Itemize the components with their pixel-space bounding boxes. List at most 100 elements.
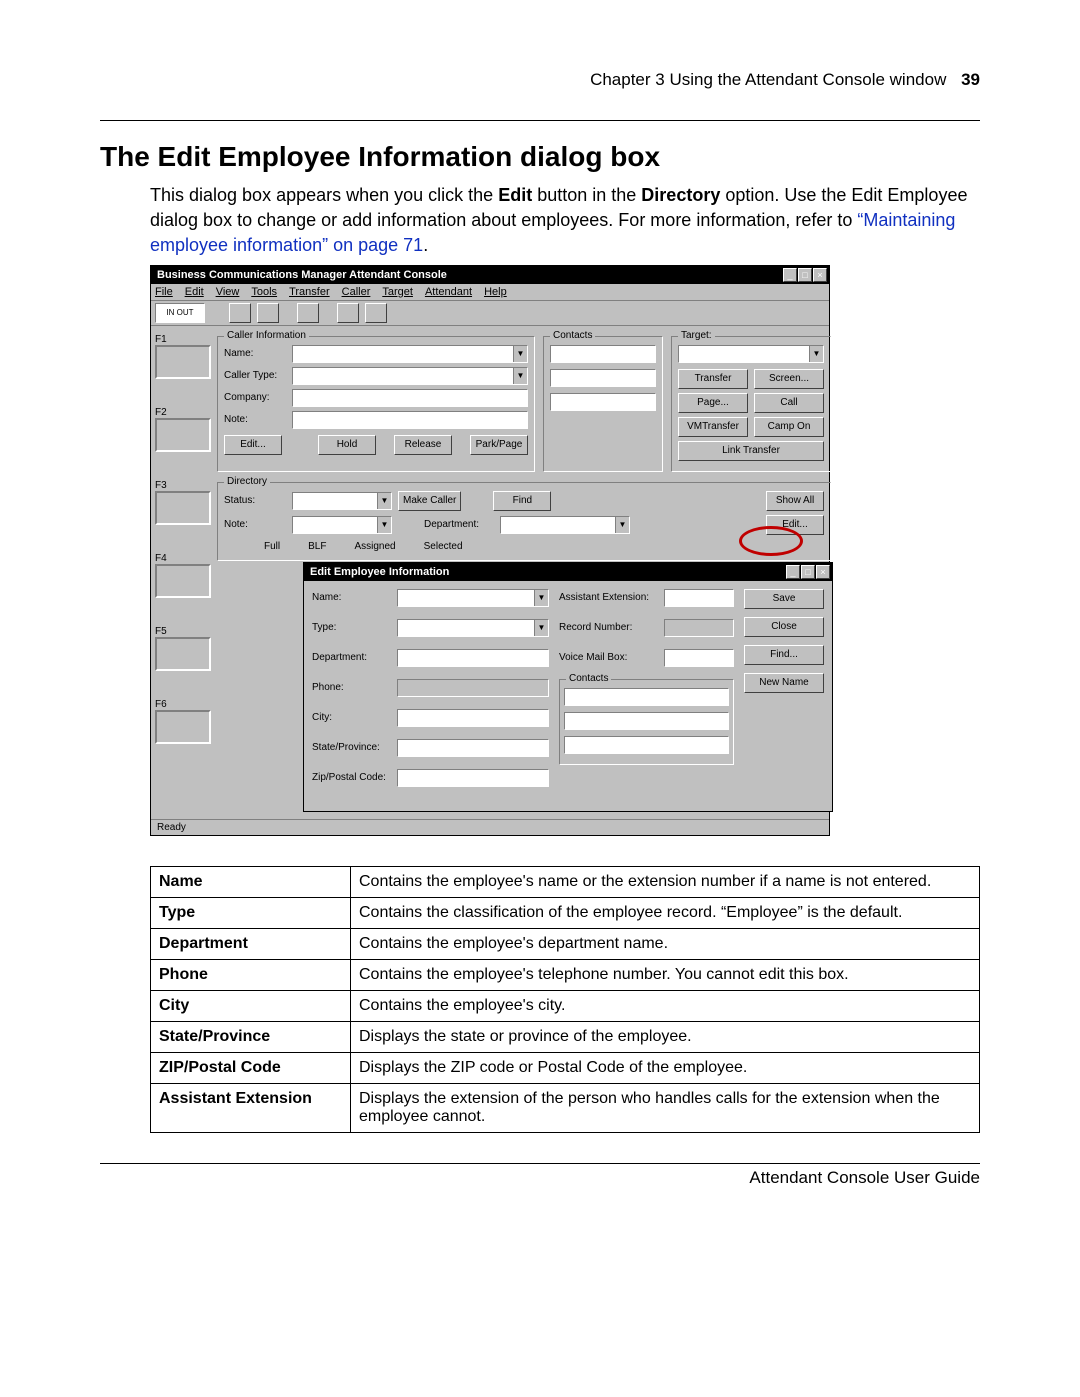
company-field[interactable] (292, 389, 528, 407)
field-name-cell: Type (151, 897, 351, 928)
tab-blf[interactable]: BLF (308, 541, 326, 552)
footer-rule (100, 1163, 980, 1164)
loop-label: F6 (155, 699, 211, 710)
contact-field[interactable] (550, 345, 656, 363)
tab-assigned[interactable]: Assigned (354, 541, 395, 552)
sub-city-field[interactable] (397, 709, 549, 727)
transfer-button[interactable]: Transfer (678, 369, 748, 389)
menu-file[interactable]: File (155, 286, 173, 298)
page-number: 39 (961, 70, 980, 89)
main-titlebar: Business Communications Manager Attendan… (151, 266, 829, 284)
field-desc-cell: Contains the employee's city. (351, 990, 980, 1021)
campon-button[interactable]: Camp On (754, 417, 824, 437)
close-icon[interactable]: × (813, 268, 827, 282)
directory-tabs: Full BLF Assigned Selected (224, 539, 824, 554)
edit-button[interactable]: Edit... (224, 435, 282, 455)
target-group: Target: ▼ TransferScreen... Page...Call … (671, 336, 831, 472)
toolbar-icon[interactable] (337, 303, 359, 323)
loop-slot[interactable] (155, 418, 211, 452)
sub-contact-field[interactable] (564, 736, 729, 754)
directory-group: Directory Status: ▼ Make Caller Find Sho… (217, 482, 831, 561)
menu-target[interactable]: Target (382, 286, 413, 298)
sub-state-field[interactable] (397, 739, 549, 757)
dir-edit-button[interactable]: Edit... (766, 515, 824, 535)
sub-type-combo[interactable]: ▼ (397, 619, 549, 637)
find-button[interactable]: Find (493, 491, 551, 511)
close-button[interactable]: Close (744, 617, 824, 637)
loop-slot[interactable] (155, 345, 211, 379)
sub-phone-field (397, 679, 549, 697)
sub-contact-field[interactable] (564, 712, 729, 730)
menu-transfer[interactable]: Transfer (289, 286, 330, 298)
toolbar: IN OUT (151, 301, 829, 326)
tab-selected[interactable]: Selected (424, 541, 463, 552)
dir-department-combo[interactable]: ▼ (500, 516, 630, 534)
hold-button[interactable]: Hold (318, 435, 376, 455)
footer-text: Attendant Console User Guide (100, 1168, 980, 1188)
menu-tools[interactable]: Tools (251, 286, 277, 298)
loop-label: F5 (155, 626, 211, 637)
field-desc-cell: Displays the ZIP code or Postal Code of … (351, 1052, 980, 1083)
menu-view[interactable]: View (216, 286, 240, 298)
sub-vmail-field[interactable] (664, 649, 734, 667)
field-name-cell: City (151, 990, 351, 1021)
status-bar: Ready (151, 819, 829, 835)
note-field[interactable] (292, 411, 528, 429)
toolbar-icon[interactable] (297, 303, 319, 323)
toolbar-icon[interactable] (257, 303, 279, 323)
field-desc-cell: Displays the state or province of the em… (351, 1021, 980, 1052)
field-name-cell: Phone (151, 959, 351, 990)
sub-contact-field[interactable] (564, 688, 729, 706)
show-all-button[interactable]: Show All (766, 491, 824, 511)
menu-attendant[interactable]: Attendant (425, 286, 472, 298)
new-name-button[interactable]: New Name (744, 673, 824, 693)
menu-edit[interactable]: Edit (185, 286, 204, 298)
tab-full[interactable]: Full (264, 541, 280, 552)
sub-contacts-group: Contacts (559, 679, 734, 765)
vmtransfer-button[interactable]: VMTransfer (678, 417, 748, 437)
table-row: Assistant ExtensionDisplays the extensio… (151, 1083, 980, 1132)
sub-name-combo[interactable]: ▼ (397, 589, 549, 607)
loop-slot[interactable] (155, 637, 211, 671)
linktransfer-button[interactable]: Link Transfer (678, 441, 824, 461)
close-icon[interactable]: × (816, 565, 830, 579)
contact-field[interactable] (550, 369, 656, 387)
table-row: DepartmentContains the employee's depart… (151, 928, 980, 959)
loop-slot[interactable] (155, 564, 211, 598)
page-button[interactable]: Page... (678, 393, 748, 413)
toolbar-icon[interactable] (365, 303, 387, 323)
field-desc-cell: Contains the classification of the emplo… (351, 897, 980, 928)
header-rule (100, 120, 980, 121)
toolbar-icon[interactable] (229, 303, 251, 323)
contact-field[interactable] (550, 393, 656, 411)
minimize-icon[interactable]: _ (786, 565, 800, 579)
menu-help[interactable]: Help (484, 286, 507, 298)
dir-note-combo[interactable]: ▼ (292, 516, 392, 534)
in-out-toggle[interactable]: IN OUT (155, 303, 205, 323)
maximize-icon[interactable]: □ (798, 268, 812, 282)
section-title: The Edit Employee Information dialog box (100, 141, 980, 173)
menu-caller[interactable]: Caller (342, 286, 371, 298)
target-combo[interactable]: ▼ (678, 345, 824, 363)
table-row: ZIP/Postal CodeDisplays the ZIP code or … (151, 1052, 980, 1083)
loop-label: F2 (155, 407, 211, 418)
intro-paragraph: This dialog box appears when you click t… (150, 183, 980, 259)
sub-assistant-field[interactable] (664, 589, 734, 607)
screen-button[interactable]: Screen... (754, 369, 824, 389)
save-button[interactable]: Save (744, 589, 824, 609)
parkpage-button[interactable]: Park/Page (470, 435, 528, 455)
sub-department-field[interactable] (397, 649, 549, 667)
loop-slot[interactable] (155, 491, 211, 525)
minimize-icon[interactable]: _ (783, 268, 797, 282)
release-button[interactable]: Release (394, 435, 452, 455)
status-combo[interactable]: ▼ (292, 492, 392, 510)
call-button[interactable]: Call (754, 393, 824, 413)
name-combo[interactable]: ▼ (292, 345, 528, 363)
make-caller-button[interactable]: Make Caller (398, 491, 461, 511)
caller-type-combo[interactable]: ▼ (292, 367, 528, 385)
find-button[interactable]: Find... (744, 645, 824, 665)
sub-zip-field[interactable] (397, 769, 549, 787)
sub-titlebar: Edit Employee Information _ □ × (304, 563, 832, 581)
maximize-icon[interactable]: □ (801, 565, 815, 579)
loop-slot[interactable] (155, 710, 211, 744)
